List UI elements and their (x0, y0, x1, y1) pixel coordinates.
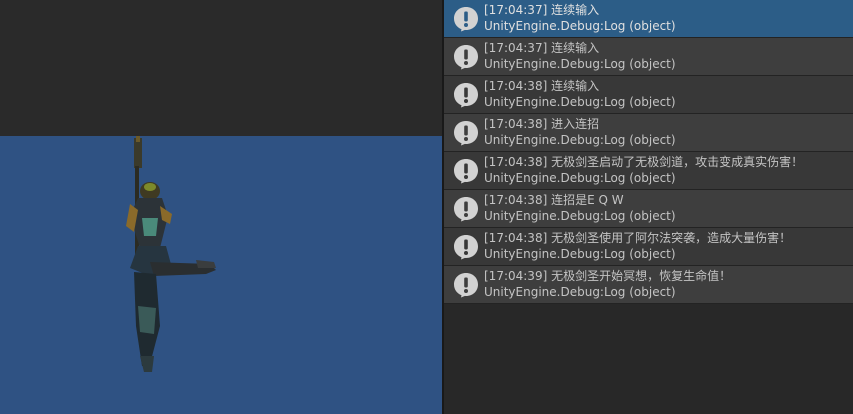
info-exclamation-icon (454, 83, 478, 108)
log-message: [17:04:38] 连招是E Q W (484, 193, 624, 207)
log-entry[interactable]: [17:04:37] 连续输入 UnityEngine.Debug:Log (o… (444, 38, 853, 76)
log-message: [17:04:38] 无极剑圣使用了阿尔法突袭，造成大量伤害！ (484, 231, 792, 245)
log-message: [17:04:38] 连续输入 (484, 79, 600, 93)
log-message: [17:04:37] 连续输入 (484, 41, 600, 55)
log-entry[interactable]: [17:04:38] 无极剑圣启动了无极剑道，攻击变成真实伤害！ UnityEn… (444, 152, 853, 190)
info-exclamation-icon (454, 45, 478, 70)
character-model (126, 136, 216, 372)
log-source: UnityEngine.Debug:Log (object) (484, 171, 676, 185)
log-message: [17:04:38] 无极剑圣启动了无极剑道，攻击变成真实伤害！ (484, 155, 804, 169)
log-message: [17:04:37] 连续输入 (484, 3, 600, 17)
log-entry[interactable]: [17:04:37] 连续输入 UnityEngine.Debug:Log (o… (444, 0, 853, 38)
log-source: UnityEngine.Debug:Log (object) (484, 19, 676, 33)
log-source: UnityEngine.Debug:Log (object) (484, 285, 676, 299)
game-scene[interactable] (0, 136, 442, 414)
log-source: UnityEngine.Debug:Log (object) (484, 57, 676, 71)
editor-window: [17:04:37] 连续输入 UnityEngine.Debug:Log (o… (0, 0, 853, 414)
log-entry[interactable]: [17:04:38] 连招是E Q W UnityEngine.Debug:Lo… (444, 190, 853, 228)
info-exclamation-icon (454, 159, 478, 184)
info-exclamation-icon (454, 7, 478, 32)
game-view[interactable] (0, 0, 442, 414)
log-message: [17:04:39] 无极剑圣开始冥想，恢复生命值！ (484, 269, 732, 283)
log-entry[interactable]: [17:04:38] 进入连招 UnityEngine.Debug:Log (o… (444, 114, 853, 152)
console-panel: [17:04:37] 连续输入 UnityEngine.Debug:Log (o… (444, 0, 853, 414)
log-entry[interactable]: [17:04:38] 无极剑圣使用了阿尔法突袭，造成大量伤害！ UnityEng… (444, 228, 853, 266)
log-source: UnityEngine.Debug:Log (object) (484, 209, 676, 223)
console-log-list: [17:04:37] 连续输入 UnityEngine.Debug:Log (o… (444, 0, 853, 304)
info-exclamation-icon (454, 197, 478, 222)
game-view-empty-area (0, 0, 442, 136)
log-message: [17:04:38] 进入连招 (484, 117, 600, 131)
info-exclamation-icon (454, 121, 478, 146)
info-exclamation-icon (454, 273, 478, 298)
log-source: UnityEngine.Debug:Log (object) (484, 133, 676, 147)
info-exclamation-icon (454, 235, 478, 260)
log-source: UnityEngine.Debug:Log (object) (484, 247, 676, 261)
log-source: UnityEngine.Debug:Log (object) (484, 95, 676, 109)
log-entry[interactable]: [17:04:38] 连续输入 UnityEngine.Debug:Log (o… (444, 76, 853, 114)
log-entry[interactable]: [17:04:39] 无极剑圣开始冥想，恢复生命值！ UnityEngine.D… (444, 266, 853, 304)
